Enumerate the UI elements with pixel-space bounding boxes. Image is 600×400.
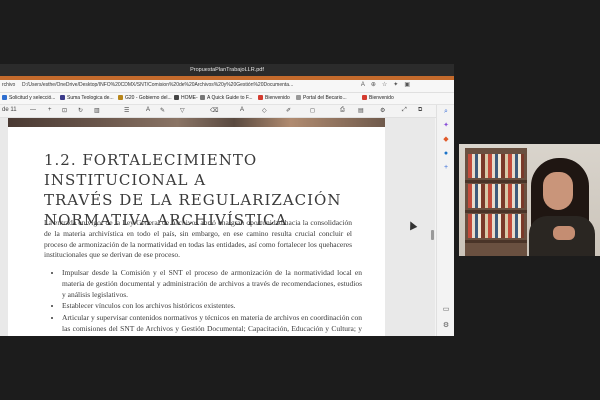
page-indicator[interactable]: de 11 xyxy=(2,107,17,113)
search-icon[interactable]: ⌕ xyxy=(441,107,451,117)
bookmark-icon xyxy=(200,95,205,100)
scrollbar-thumb[interactable] xyxy=(431,230,434,240)
bookmark-icon xyxy=(60,95,65,100)
bullet-item: Establecer vínculos con los archivos his… xyxy=(62,301,362,312)
read-aloud-icon[interactable]: A xyxy=(146,107,150,113)
address-url[interactable]: D:/Users/esthe/OneDrive/Desktop/INFO%20C… xyxy=(22,82,302,88)
intro-paragraph: La entrada en vigor de la Ley General de… xyxy=(44,218,352,260)
copilot-icon[interactable]: ✦ xyxy=(441,121,451,131)
draw-icon[interactable]: ✎ xyxy=(160,107,165,114)
bookmark-icon xyxy=(118,95,123,100)
fullscreen-icon[interactable]: ⤢ xyxy=(402,107,407,114)
rotate-icon[interactable]: ↻ xyxy=(78,107,83,114)
heading-line: TRAVÉS DE LA REGULARIZACIÓN xyxy=(44,191,342,209)
add-text-icon[interactable]: A xyxy=(240,107,244,113)
bookmark-icon xyxy=(362,95,367,100)
vertical-scrollbar[interactable] xyxy=(430,118,435,336)
eraser-icon[interactable]: ◻ xyxy=(310,107,315,114)
bookmark-item[interactable]: Portal del Becario... xyxy=(296,95,347,101)
bookmark-icon xyxy=(296,95,301,100)
pdf-viewer[interactable]: 1.2. FORTALECIMIENTO INSTITUCIONAL A TRA… xyxy=(0,118,430,336)
bullet-item: Articular y supervisar contenidos normat… xyxy=(62,313,362,336)
shape-icon[interactable]: ◇ xyxy=(262,107,267,114)
contents-icon[interactable]: ☰ xyxy=(124,107,129,114)
erase-icon[interactable]: ⌫ xyxy=(210,107,218,114)
pdf-page: 1.2. FORTALECIMIENTO INSTITUCIONAL A TRA… xyxy=(8,118,385,336)
address-bar[interactable]: rchivo D:/Users/esthe/OneDrive/Desktop/I… xyxy=(0,80,454,93)
bookmark-item[interactable]: Solicitud y selecció... xyxy=(2,95,55,101)
bookmark-icon xyxy=(174,95,179,100)
highlight-icon[interactable]: ▽ xyxy=(180,107,185,114)
heading-line: 1.2. FORTALECIMIENTO INSTITUCIONAL A xyxy=(44,151,258,189)
page-photo xyxy=(8,118,385,127)
save-icon[interactable]: ▤ xyxy=(358,107,364,114)
settings-icon[interactable]: ⚙ xyxy=(380,107,385,114)
zoom-icon[interactable]: ⊕ xyxy=(371,82,382,88)
pin-icon[interactable]: ⧉ xyxy=(418,107,422,114)
edge-sidebar: ⌕ ✦ ◆ ● + ▭ ⚙ xyxy=(436,105,454,336)
add-icon[interactable]: + xyxy=(441,163,451,173)
bookmark-icon xyxy=(2,95,7,100)
bullet-list: Impulsar desde la Comisión y el SNT el p… xyxy=(54,268,362,336)
bookshelf xyxy=(465,148,527,256)
office-icon[interactable]: ◆ xyxy=(441,135,451,145)
pen-icon[interactable]: ✐ xyxy=(286,107,291,114)
bookmark-item[interactable]: Bienvenido xyxy=(362,95,394,101)
outlook-icon[interactable]: ● xyxy=(441,149,451,159)
bookmark-item[interactable]: Suma Teologica de... xyxy=(60,95,114,101)
pdf-toolbar: de 11 — + ⊡ ↻ ▥ ☰ A ✎ ▽ ⌫ A ◇ ✐ ◻ ⎙ ▤ ⚙ … xyxy=(0,105,454,118)
window-title: PropuestaPlanTrabajoLLR.pdf xyxy=(190,67,264,73)
bookmark-item[interactable]: Bienvenido xyxy=(258,95,290,101)
address-label: rchivo xyxy=(2,82,16,88)
address-actions[interactable]: A⊕☆✦▣ xyxy=(361,81,416,88)
favorite-icon[interactable]: ☆ xyxy=(382,82,393,88)
bookmarks-bar: Solicitud y selecció... Suma Teologica d… xyxy=(0,93,454,105)
fit-page-icon[interactable]: ⊡ xyxy=(62,107,67,114)
zoom-out-icon[interactable]: — xyxy=(30,107,36,113)
screen-icon[interactable]: ▭ xyxy=(441,305,451,315)
zoom-in-icon[interactable]: + xyxy=(48,107,52,113)
bookmark-icon xyxy=(258,95,263,100)
read-aloud-icon[interactable]: A xyxy=(361,82,371,88)
print-icon[interactable]: ⎙ xyxy=(340,107,345,114)
participant-video[interactable] xyxy=(459,144,600,256)
bookmark-item[interactable]: A Quick Guide to F... xyxy=(200,95,253,101)
window-titlebar: PropuestaPlanTrabajoLLR.pdf xyxy=(0,64,454,76)
shared-browser-window: PropuestaPlanTrabajoLLR.pdf rchivo D:/Us… xyxy=(0,64,454,336)
bullet-item: Impulsar desde la Comisión y el SNT el p… xyxy=(62,268,362,300)
page-view-icon[interactable]: ▥ xyxy=(94,107,100,114)
collections-icon[interactable]: ▣ xyxy=(404,82,416,88)
bookmark-item[interactable]: G20 - Gobierno del... xyxy=(118,95,172,101)
settings-icon[interactable]: ⚙ xyxy=(441,321,451,331)
extensions-icon[interactable]: ✦ xyxy=(393,82,404,88)
bookmark-item[interactable]: HOME- xyxy=(174,95,198,101)
